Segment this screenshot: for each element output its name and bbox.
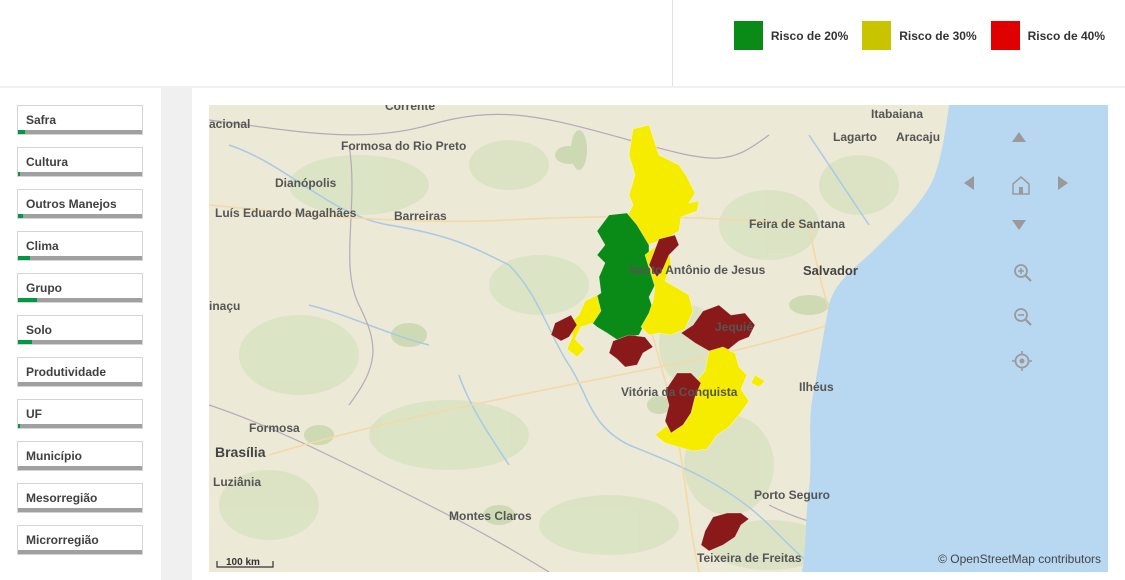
filter-label: Produtividade xyxy=(26,365,107,379)
legend-item-30: Risco de 30% xyxy=(862,21,977,50)
home-button[interactable] xyxy=(1011,175,1035,199)
filter-selection-fill xyxy=(18,130,26,134)
filter-label: Clima xyxy=(26,239,59,253)
zoom-out-button[interactable] xyxy=(1013,307,1037,331)
filter-selection-bar xyxy=(18,466,142,470)
filter-mesorregiao[interactable]: Mesorregião xyxy=(17,483,143,513)
top-bar-divider xyxy=(672,0,673,86)
filter-selection-bar xyxy=(18,172,142,176)
filter-selection-fill xyxy=(18,256,31,260)
legend-item-20: Risco de 20% xyxy=(733,21,849,50)
filter-label: Município xyxy=(26,449,82,463)
filter-selection-fill xyxy=(18,172,21,176)
legend-swatch-30 xyxy=(862,21,892,50)
filter-label: Solo xyxy=(26,323,52,337)
map-attribution: © OpenStreetMap contributors xyxy=(938,552,1101,566)
filter-selection-bar xyxy=(18,508,142,512)
arrow-up-icon xyxy=(1012,132,1026,142)
filter-selection-bar xyxy=(18,256,142,260)
filter-selection-fill xyxy=(18,214,23,218)
place-label: Lagarto xyxy=(833,130,877,144)
arrow-down-icon xyxy=(1012,220,1026,230)
place-label: Luís Eduardo Magalhães xyxy=(215,206,357,220)
filter-outros-manejos[interactable]: Outros Manejos xyxy=(17,189,143,219)
filter-label: Safra xyxy=(26,113,57,127)
filter-label: Mesorregião xyxy=(26,491,98,505)
arrow-right-icon xyxy=(1058,176,1068,190)
filter-selection-fill xyxy=(18,340,32,344)
filter-grupo[interactable]: Grupo xyxy=(17,273,143,303)
place-label: Aracaju xyxy=(896,130,940,144)
place-label: Luziânia xyxy=(213,475,261,489)
place-label: Brasília xyxy=(215,444,266,460)
filter-selection-fill xyxy=(18,424,21,428)
filter-label: Grupo xyxy=(26,281,62,295)
filter-produtividade[interactable]: Produtividade xyxy=(17,357,143,387)
filter-label: Outros Manejos xyxy=(26,197,117,211)
risk-legend: Risco de 20% Risco de 30% Risco de 40% xyxy=(720,21,1105,50)
filter-selection-bar xyxy=(18,214,142,218)
place-label: Teixeira de Freitas xyxy=(697,551,802,565)
filter-selection-bar xyxy=(18,340,142,344)
legend-swatch-20 xyxy=(733,21,763,50)
legend-label-30: Risco de 30% xyxy=(899,28,977,43)
zoom-out-icon xyxy=(1014,308,1032,326)
place-label: inaçu xyxy=(209,299,240,313)
arrow-left-icon xyxy=(964,176,974,190)
locate-button[interactable] xyxy=(1012,351,1036,375)
place-label: Vitória da Conquista xyxy=(621,385,738,399)
filter-selection-bar xyxy=(18,550,142,554)
place-label: Itabaiana xyxy=(871,107,923,121)
legend-label-20: Risco de 20% xyxy=(770,28,849,43)
filter-label: Microrregião xyxy=(26,533,99,547)
filter-selection-bar xyxy=(18,382,142,386)
filter-safra[interactable]: Safra xyxy=(17,105,143,135)
pan-down-button[interactable] xyxy=(1011,219,1035,243)
filter-selection-bar xyxy=(18,298,142,302)
place-label: Feira de Santana xyxy=(749,217,845,231)
zoom-in-icon xyxy=(1014,264,1032,282)
filter-municipio[interactable]: Município xyxy=(17,441,143,471)
scale-bar-label: 100 km xyxy=(226,557,260,568)
filter-selection-fill xyxy=(18,298,37,302)
zoom-in-button[interactable] xyxy=(1013,263,1037,287)
filter-selection-bar xyxy=(18,130,142,134)
place-label: Formosa xyxy=(249,421,300,435)
place-label: Dianópolis xyxy=(275,176,337,190)
home-icon xyxy=(1012,176,1030,195)
legend-swatch-40 xyxy=(990,21,1020,50)
place-label: Jequié xyxy=(715,320,753,334)
place-label: Salvador xyxy=(803,263,858,278)
place-label: Barreiras xyxy=(394,209,447,223)
filter-solo[interactable]: Solo xyxy=(17,315,143,345)
legend-item-40: Risco de 40% xyxy=(990,21,1105,50)
top-bar: Risco de 20% Risco de 30% Risco de 40% xyxy=(0,0,1125,86)
pan-right-button[interactable] xyxy=(1057,175,1081,199)
place-label: Santo Antônio de Jesus xyxy=(629,263,766,277)
legend-label-40: Risco de 40% xyxy=(1027,28,1105,43)
filter-selection-bar xyxy=(18,424,142,428)
filter-label: UF xyxy=(26,407,42,421)
filter-panel: Safra Cultura Outros Manejos Clima Grupo… xyxy=(0,88,161,580)
place-label: Formosa do Rio Preto xyxy=(341,139,466,153)
filter-label: Cultura xyxy=(26,155,68,169)
place-label: Porto Seguro xyxy=(754,488,830,502)
place-label: Corrente xyxy=(385,105,435,113)
pan-up-button[interactable] xyxy=(1011,131,1035,155)
map-view[interactable]: Corrente Itabaiana acional Lagarto Araca… xyxy=(209,105,1108,572)
place-label: acional xyxy=(209,117,250,131)
crosshair-icon xyxy=(1012,351,1032,371)
pan-left-button[interactable] xyxy=(963,175,987,199)
place-label: Ilhéus xyxy=(799,380,834,394)
filter-microrregiao[interactable]: Microrregião xyxy=(17,525,143,555)
filter-uf[interactable]: UF xyxy=(17,399,143,429)
filter-clima[interactable]: Clima xyxy=(17,231,143,261)
place-label: Montes Claros xyxy=(449,509,532,523)
filter-cultura[interactable]: Cultura xyxy=(17,147,143,177)
